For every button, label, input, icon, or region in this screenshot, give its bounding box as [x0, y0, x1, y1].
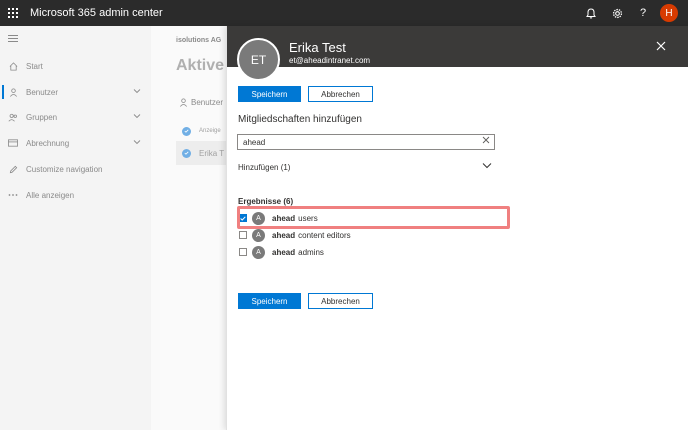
chevron-down-icon[interactable] [133, 87, 141, 96]
result-match: ahead [272, 247, 296, 257]
page-title: Aktive [176, 57, 225, 74]
group-avatar: A [252, 228, 265, 242]
active-indicator [2, 85, 4, 99]
org-name: isolutions AG [176, 37, 222, 44]
result-match: ahead [272, 230, 296, 240]
section-title: Mitgliedschaften hinzufügen [238, 114, 362, 125]
clear-search-button[interactable] [482, 136, 490, 147]
group-icon [0, 113, 26, 122]
card-icon [0, 139, 26, 147]
row-name[interactable]: Erika T [199, 149, 224, 158]
nav-item-abrechnung[interactable]: Abrechnung [0, 133, 151, 153]
notifications-button[interactable] [578, 0, 604, 26]
waffle-icon [8, 8, 18, 18]
added-expander[interactable]: Hinzufügen (1) [238, 163, 492, 172]
close-icon [656, 41, 666, 51]
app-launcher-button[interactable] [0, 0, 26, 26]
top-bar: Microsoft 365 admin center ? H [0, 0, 688, 26]
save-button-top[interactable]: Speichern [238, 86, 301, 102]
avatar: ET [237, 38, 280, 81]
bell-icon [586, 7, 596, 19]
nav-item-label: Abrechnung [26, 138, 70, 148]
add-user-button[interactable]: Benutzer [179, 98, 223, 107]
search-input[interactable]: ahead [237, 134, 495, 150]
added-label: Hinzufügen (1) [238, 163, 291, 172]
settings-button[interactable] [604, 0, 630, 26]
app-title[interactable]: Microsoft 365 admin center [30, 7, 163, 19]
list-item[interactable]: A ahead admins [239, 245, 324, 259]
nav-item-start[interactable]: Start [0, 56, 151, 76]
group-avatar: A [252, 245, 265, 259]
home-icon [0, 61, 26, 71]
highlight-annotation [237, 206, 510, 229]
pencil-icon [0, 165, 26, 174]
account-button[interactable]: H [656, 0, 682, 26]
close-icon [482, 136, 490, 144]
user-name: Erika Test [289, 40, 346, 55]
chevron-down-icon[interactable] [482, 162, 492, 171]
list-item[interactable]: A ahead content editors [239, 228, 351, 242]
result-rest: admins [298, 247, 324, 257]
person-add-icon [180, 98, 187, 107]
cancel-button[interactable]: Abbrechen [308, 293, 373, 309]
nav-item-label: Customize navigation [26, 164, 103, 174]
nav-item-gruppen[interactable]: Gruppen [0, 107, 151, 127]
row-checkbox[interactable] [182, 148, 191, 158]
nav-item-label: Gruppen [26, 112, 58, 122]
column-header-name[interactable]: Anzeige [199, 128, 221, 134]
close-button[interactable] [656, 39, 666, 55]
cancel-button-top[interactable]: Abbrechen [308, 86, 373, 102]
gear-icon [612, 8, 622, 18]
chevron-down-icon[interactable] [133, 112, 141, 121]
chevron-down-icon[interactable] [133, 138, 141, 147]
nav-item-benutzer[interactable]: Benutzer [0, 82, 151, 102]
results-title: Ergebnisse (6) [238, 197, 294, 206]
nav-item-alle-anzeigen[interactable]: Alle anzeigen [0, 185, 151, 205]
result-checkbox[interactable] [239, 248, 247, 256]
result-rest: content editors [298, 230, 351, 240]
nav-item-customize-navigation[interactable]: Customize navigation [0, 159, 151, 179]
more-icon [0, 193, 26, 197]
nav-item-label: Alle anzeigen [26, 190, 75, 200]
save-button[interactable]: Speichern [238, 293, 301, 309]
result-checkbox[interactable] [239, 231, 247, 239]
add-user-label: Benutzer [191, 98, 224, 107]
user-detail-panel: ET Erika Test et@aheadintranet.com Speic… [226, 26, 688, 430]
search-value: ahead [243, 137, 266, 147]
left-navigation: Start Benutzer Gruppen Abrechnung Custom… [0, 26, 151, 430]
select-all-checkbox[interactable] [182, 126, 191, 136]
help-button[interactable]: ? [630, 0, 656, 26]
avatar: H [660, 4, 678, 22]
nav-item-label: Benutzer [26, 87, 59, 97]
nav-item-label: Start [26, 61, 43, 71]
help-icon: ? [639, 7, 647, 19]
hamburger-icon[interactable] [8, 35, 18, 44]
user-email: et@aheadintranet.com [289, 56, 371, 65]
